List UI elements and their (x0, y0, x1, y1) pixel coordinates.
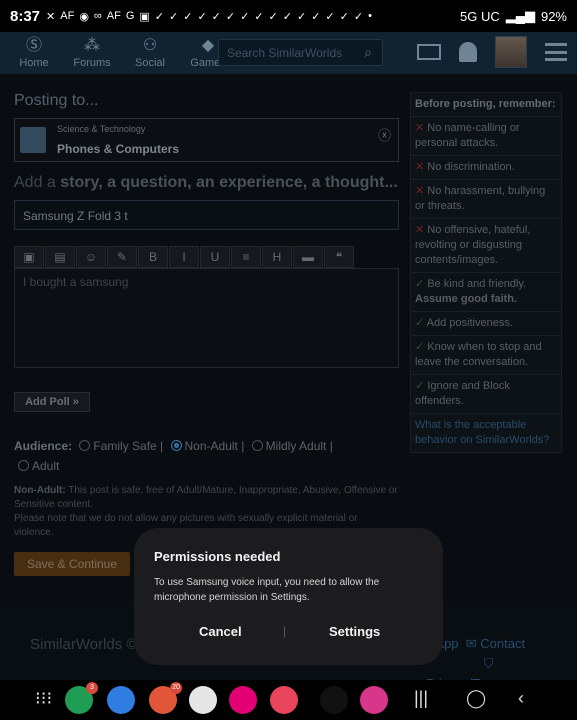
flower-app-icon[interactable] (360, 686, 388, 714)
status-bar: 8:37 ✕ AF ◉ ∞ AF G ▣ ✓ ✓ ✓ ✓ ✓ ✓ ✓ ✓ ✓ ✓ ✓ ✓ ✓ ✓ ✓ • 5G UC ▂▄▆… (0, 0, 577, 32)
messages-app-icon[interactable] (107, 686, 135, 714)
android-nav-bar: ⁝⁝⁝ 3 20 ||| ◯ ‹ (0, 680, 577, 720)
cancel-button[interactable]: Cancel (199, 624, 242, 639)
notification-icon: ✓ (282, 10, 292, 23)
notification-icon: ✕ (46, 10, 56, 23)
brave-app-icon[interactable]: 20 (149, 682, 182, 714)
notification-icon: ✓ (240, 10, 250, 23)
notification-icon: ✓ (197, 10, 207, 23)
notification-icon: AF (106, 10, 121, 22)
notification-icon: • (368, 10, 372, 22)
dialog-body: To use Samsung voice input, you need to … (154, 577, 380, 603)
notification-icon: G (125, 10, 135, 22)
notification-badge: 3 (86, 682, 98, 694)
network-indicator: 5G UC (460, 8, 500, 24)
dialog-title: Permissions needed (154, 549, 281, 564)
home-button[interactable]: ◯ (466, 688, 486, 709)
tmobile-app-icon[interactable] (229, 686, 257, 714)
notification-icon: ✓ (296, 10, 307, 23)
recents-button[interactable]: ||| (414, 688, 428, 709)
notification-icon: ∞ (93, 10, 102, 22)
back-button[interactable]: ‹ (518, 688, 524, 709)
notification-icons: ✕ AF ◉ ∞ AF G ▣ ✓ ✓ ✓ ✓ ✓ ✓ ✓ ✓ ✓ ✓ ✓ ✓ ✓ ✓ ✓ • (46, 10, 372, 23)
notification-icon: ✓ (154, 10, 165, 23)
signal-icon: ▂▄▆ (505, 8, 535, 23)
notification-icon: ✓ (254, 10, 264, 23)
notification-icon: ✓ (211, 10, 221, 23)
notification-icon: ✓ (325, 10, 335, 23)
phone-app-icon[interactable]: 3 (65, 682, 98, 714)
notification-icon: ✓ (183, 10, 193, 23)
notification-icon: ✓ (311, 10, 321, 23)
notification-icon: ✓ (339, 10, 349, 23)
permissions-dialog: Permissions needed To use Samsung voice … (134, 528, 443, 665)
notification-icon: ✓ (225, 10, 236, 23)
camera-app-icon[interactable] (270, 686, 298, 714)
x-app-icon[interactable] (320, 686, 348, 714)
button-divider (284, 626, 285, 638)
battery-level: 92% (540, 8, 567, 24)
clock: 8:37 (10, 7, 41, 25)
play-store-app-icon[interactable] (189, 686, 217, 714)
settings-button[interactable]: Settings (329, 624, 380, 639)
notification-badge: 20 (170, 682, 182, 694)
notification-icon: ✓ (353, 10, 364, 23)
notification-icon: ✓ (268, 10, 278, 23)
app-drawer-icon[interactable]: ⁝⁝⁝ (35, 688, 52, 709)
notification-icon: ◉ (79, 10, 89, 23)
notification-icon: ✓ (169, 10, 179, 23)
notification-icon: AF (60, 10, 75, 22)
notification-icon: ▣ (139, 10, 150, 23)
